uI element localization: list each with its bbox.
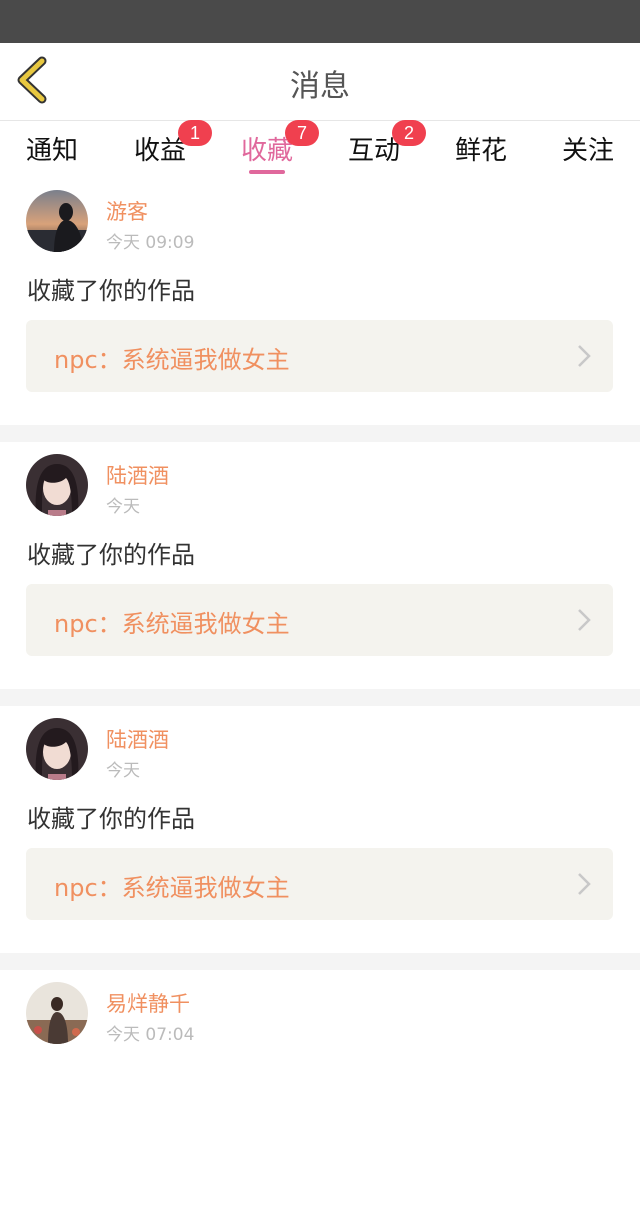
- list-item: 易烊静千 今天 07:04: [0, 970, 640, 1217]
- action-text: 收藏了你的作品: [27, 277, 195, 305]
- divider: [0, 689, 640, 706]
- work-link[interactable]: npc：系统逼我做女主: [26, 320, 613, 392]
- work-title: npc：系统逼我做女主: [54, 346, 290, 374]
- page-title: 消息: [290, 69, 350, 104]
- tab-label: 鲜花: [455, 136, 508, 166]
- chevron-right-icon: [578, 873, 591, 895]
- avatar[interactable]: [26, 454, 88, 516]
- timestamp: 今天 07:04: [106, 1025, 195, 1045]
- list-item: 陆酒酒 今天 收藏了你的作品 npc：系统逼我做女主: [0, 706, 640, 953]
- tab-label: 通知: [26, 136, 79, 166]
- unread-badge: 2: [392, 120, 426, 146]
- divider: [0, 425, 640, 442]
- work-title: npc：系统逼我做女主: [54, 874, 290, 902]
- timestamp: 今天: [106, 497, 140, 517]
- action-text: 收藏了你的作品: [27, 541, 195, 569]
- tab-flowers[interactable]: 鲜花: [455, 130, 507, 167]
- message-feed: 游客 今天 09:09 收藏了你的作品 npc：系统逼我做女主 陆酒酒 今天 收…: [0, 178, 640, 1217]
- tab-interactions[interactable]: 互动 2: [348, 120, 426, 167]
- tab-bar: 通知 收益 1 收藏 7 互动 2 鲜花 关注: [0, 120, 640, 178]
- work-link[interactable]: npc：系统逼我做女主: [26, 848, 613, 920]
- work-link[interactable]: npc：系统逼我做女主: [26, 584, 613, 656]
- list-item: 陆酒酒 今天 收藏了你的作品 npc：系统逼我做女主: [0, 442, 640, 689]
- list-item: 游客 今天 09:09 收藏了你的作品 npc：系统逼我做女主: [0, 178, 640, 425]
- active-tab-indicator: [249, 170, 285, 174]
- unread-badge: 7: [285, 120, 319, 146]
- unread-badge: 1: [178, 120, 212, 146]
- timestamp: 今天 09:09: [106, 233, 195, 253]
- divider: [0, 953, 640, 970]
- timestamp: 今天: [106, 761, 140, 781]
- user-name[interactable]: 陆酒酒: [106, 460, 169, 490]
- avatar[interactable]: [26, 982, 88, 1044]
- tab-label: 关注: [562, 136, 615, 166]
- user-name[interactable]: 游客: [106, 196, 148, 226]
- tab-favorites[interactable]: 收藏 7: [241, 120, 319, 167]
- tab-label: 互动: [348, 136, 401, 166]
- avatar[interactable]: [26, 190, 88, 252]
- chevron-right-icon: [578, 345, 591, 367]
- tab-follows[interactable]: 关注: [562, 130, 614, 167]
- nav-bar: 消息: [0, 43, 640, 121]
- action-text: 收藏了你的作品: [27, 805, 195, 833]
- status-bar: [0, 0, 640, 43]
- user-name[interactable]: 易烊静千: [106, 988, 190, 1018]
- tab-label: 收藏: [241, 136, 294, 166]
- tab-notifications[interactable]: 通知: [26, 130, 78, 167]
- chevron-right-icon: [578, 609, 591, 631]
- tab-earnings[interactable]: 收益 1: [134, 120, 212, 167]
- work-title: npc：系统逼我做女主: [54, 610, 290, 638]
- user-name[interactable]: 陆酒酒: [106, 724, 169, 754]
- avatar[interactable]: [26, 718, 88, 780]
- tab-label: 收益: [134, 136, 187, 166]
